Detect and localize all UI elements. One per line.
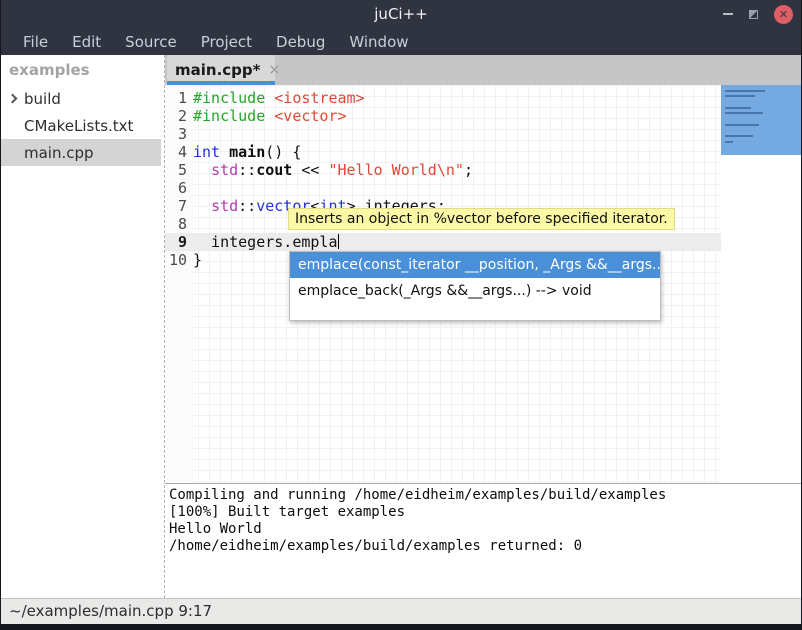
sidebar-item-build[interactable]: build: [1, 85, 161, 112]
window-title: juCi++: [374, 5, 427, 23]
line-number: 4: [165, 143, 193, 161]
editor-line[interactable]: 5 std::cout << "Hello World\n";: [165, 161, 721, 179]
terminal-line: /home/eidheim/examples/build/examples re…: [169, 538, 797, 555]
minimap-code-line: [725, 95, 755, 97]
minimize-icon[interactable]: [723, 13, 733, 15]
text-cursor: [338, 234, 339, 249]
sidebar-item-cmakelists-txt[interactable]: CMakeLists.txt: [1, 112, 161, 139]
menu-item-debug[interactable]: Debug: [264, 28, 337, 55]
line-number: 8: [165, 215, 193, 233]
terminal-line: Compiling and running /home/eidheim/exam…: [169, 487, 797, 504]
line-number: 1: [165, 89, 193, 107]
minimap-code-line: [725, 135, 753, 137]
editor-line[interactable]: 9 integers.empla: [165, 233, 721, 251]
tab-label: main.cpp*: [175, 61, 260, 79]
editor-line[interactable]: 6: [165, 179, 721, 197]
titlebar[interactable]: juCi++ ✕: [1, 0, 801, 28]
tabbar: main.cpp* ×: [165, 55, 801, 85]
editor-pane: main.cpp* × 1#include <iostream>2#include…: [165, 55, 801, 598]
editor-line[interactable]: 2#include <vector>: [165, 107, 721, 125]
file-label: main.cpp: [24, 144, 94, 162]
window-buttons: ✕: [723, 0, 793, 28]
project-name-header: examples: [1, 55, 161, 85]
minimap-code-line: [725, 124, 759, 126]
app-window: juCi++ ✕ FileEditSourceProjectDebugWindo…: [0, 0, 802, 630]
statusbar: ~/examples/main.cpp 9:17: [1, 598, 801, 624]
file-tree: build CMakeLists.txt main.cpp: [1, 85, 161, 166]
line-number: 9: [165, 233, 193, 251]
autocomplete-popup: emplace(const_iterator __position, _Args…: [289, 251, 661, 321]
editor-line[interactable]: 1#include <iostream>: [165, 89, 721, 107]
code-text: }: [193, 251, 202, 269]
menu-item-file[interactable]: File: [11, 28, 60, 55]
menubar: FileEditSourceProjectDebugWindow: [1, 28, 801, 55]
terminal-line: [100%] Built target examples: [169, 504, 797, 521]
line-number: 7: [165, 197, 193, 215]
content: examples build CMakeLists.txt main.cpp mai…: [1, 55, 801, 598]
line-number: 5: [165, 161, 193, 179]
autocomplete-item[interactable]: emplace_back(_Args &&__args...) --> void: [290, 278, 660, 304]
file-tree-sidebar: examples build CMakeLists.txt main.cpp: [1, 55, 161, 598]
file-label: build: [24, 90, 61, 108]
chevron-right-icon[interactable]: [8, 94, 18, 104]
editor-lines: 1#include <iostream>2#include <vector>34…: [165, 89, 721, 269]
tab-close-icon[interactable]: ×: [268, 62, 280, 78]
minimap-code-line: [725, 90, 765, 92]
minimap-code-line: [725, 112, 763, 114]
status-file-position: ~/examples/main.cpp 9:17: [9, 602, 212, 620]
minimap-code-line: [725, 141, 733, 143]
code-text: #include <iostream>: [193, 89, 365, 107]
window-bottom-edge: [1, 624, 801, 630]
minimap[interactable]: [721, 85, 801, 483]
menu-item-window[interactable]: Window: [337, 28, 420, 55]
menu-item-source[interactable]: Source: [113, 28, 189, 55]
minimap-slider[interactable]: [721, 85, 801, 155]
editor-line[interactable]: 4int main() {: [165, 143, 721, 161]
file-label: CMakeLists.txt: [24, 117, 133, 135]
code-text: integers.empla: [193, 233, 339, 251]
code-text: #include <vector>: [193, 107, 347, 125]
doc-tooltip: Inserts an object in %vector before spec…: [288, 208, 675, 230]
code-text: std::cout << "Hello World\n";: [193, 161, 473, 179]
line-number: 10: [165, 251, 193, 269]
menu-item-project[interactable]: Project: [189, 28, 264, 55]
autocomplete-item[interactable]: emplace(const_iterator __position, _Args…: [290, 252, 660, 278]
restore-icon[interactable]: [749, 10, 758, 19]
line-number: 6: [165, 179, 193, 197]
line-number: 2: [165, 107, 193, 125]
sidebar-item-main-cpp[interactable]: main.cpp: [1, 139, 161, 166]
code-editor[interactable]: 1#include <iostream>2#include <vector>34…: [165, 85, 801, 483]
terminal-output[interactable]: Compiling and running /home/eidheim/exam…: [165, 484, 801, 598]
terminal-line: Hello World: [169, 521, 797, 538]
tab-main-cpp-[interactable]: main.cpp*×: [167, 55, 275, 85]
line-number: 3: [165, 125, 193, 143]
minimap-code-line: [725, 107, 751, 109]
editor-line[interactable]: 3: [165, 125, 721, 143]
code-text: int main() {: [193, 143, 301, 161]
menu-item-edit[interactable]: Edit: [60, 28, 113, 55]
close-icon[interactable]: ✕: [774, 5, 793, 24]
